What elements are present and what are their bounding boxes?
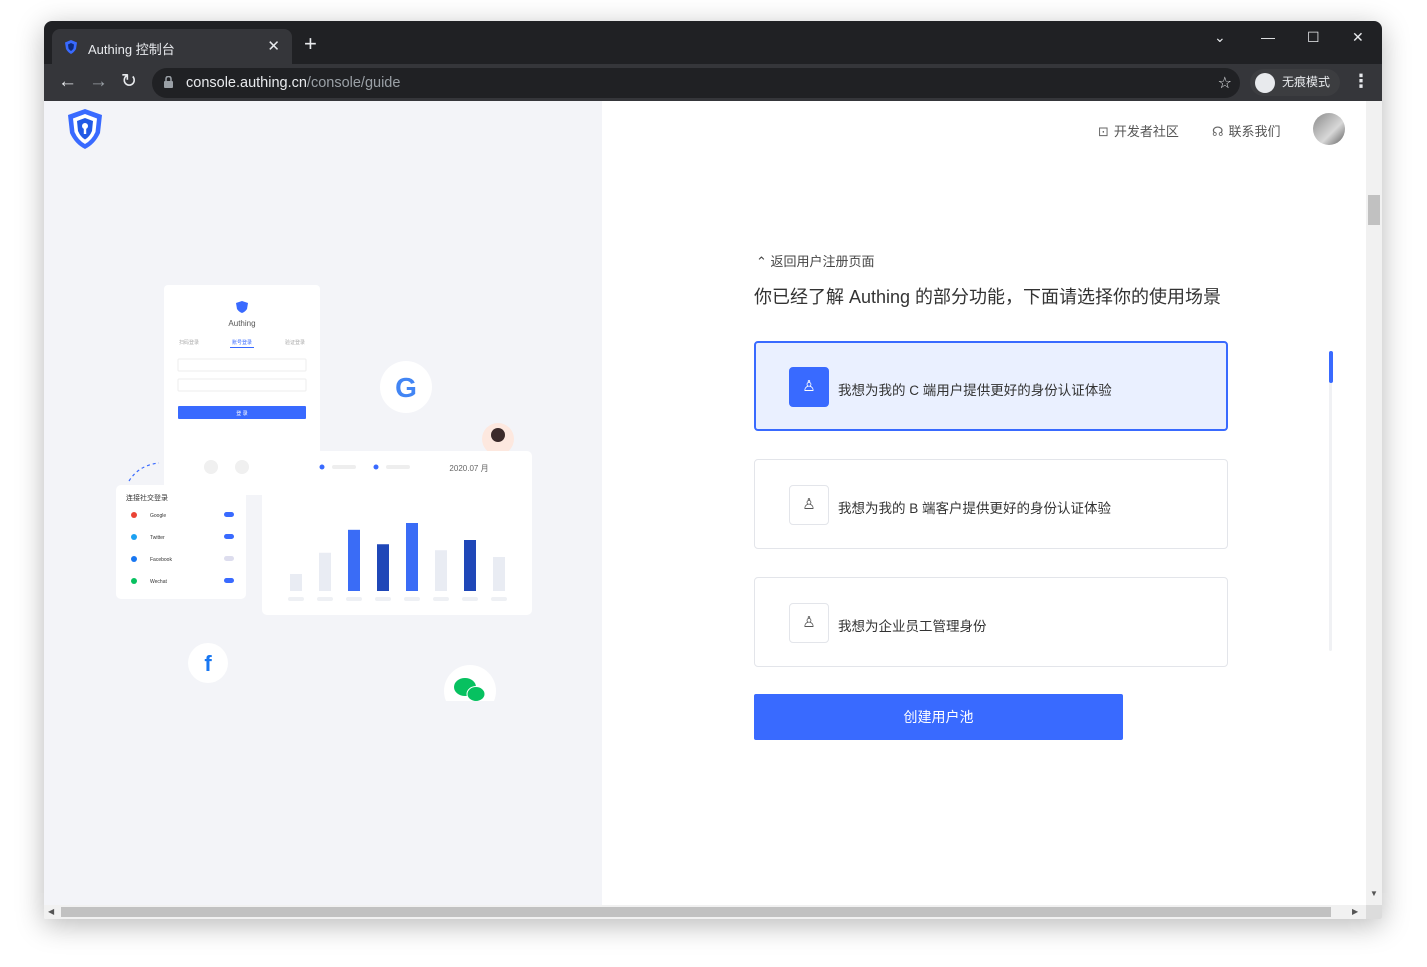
tab-title: Authing 控制台: [88, 42, 175, 57]
scroll-left-icon[interactable]: ◀: [48, 907, 54, 916]
vertical-scrollbar[interactable]: ▼: [1366, 101, 1382, 905]
browser-window: Authing 控制台 ✕ + ⌄ — ☐ ✕ ← → ↻ console.au…: [44, 21, 1382, 919]
option-label: 我想为企业员工管理身份: [838, 619, 987, 634]
illus-bar: [464, 540, 476, 591]
illus-social-icon: [131, 578, 137, 584]
illus-bar-label: [346, 597, 362, 601]
option-label: 我想为我的 B 端客户提供更好的身份认证体验: [838, 501, 1112, 516]
scroll-down-icon[interactable]: ▼: [1370, 889, 1378, 898]
lock-icon: [164, 76, 173, 88]
illus-social-toggle: [224, 534, 234, 539]
left-illustration-pane: Authing 扫码登录 账号登录 验证登录 登 录 G 2020.07 月 连…: [44, 101, 602, 905]
chevron-up-icon: ⌃: [756, 254, 767, 269]
back-link[interactable]: ⌃ 返回用户注册页面: [756, 251, 875, 270]
illus-bar-label: [375, 597, 391, 601]
illus-social-toggle: [224, 512, 234, 517]
scrollbar-corner: [1366, 905, 1382, 919]
illus-chart-date: 2020.07 月: [449, 464, 488, 473]
illus-bar-label: [317, 597, 333, 601]
option-c-users[interactable]: ♙ 我想为我的 C 端用户提供更好的身份认证体验: [754, 341, 1228, 431]
illus-social-toggle: [224, 578, 234, 583]
browser-tab[interactable]: Authing 控制台 ✕: [52, 29, 292, 64]
minimize-icon[interactable]: —: [1261, 29, 1275, 45]
headset-icon: ☊: [1212, 124, 1224, 139]
tab-search-icon[interactable]: ⌄: [1214, 29, 1226, 46]
illus-bar: [348, 529, 360, 591]
illus-bar-label: [288, 597, 304, 601]
address-bar[interactable]: console.authing.cn/console/guide ☆: [152, 68, 1240, 98]
illus-social-title: 连接社交登录: [126, 493, 168, 502]
star-icon[interactable]: ☆: [1218, 73, 1232, 93]
url-host: console.authing.cn: [186, 75, 307, 91]
back-icon[interactable]: ←: [58, 71, 77, 93]
employee-icon: ♙: [789, 603, 829, 643]
illus-social-label: Facebook: [150, 557, 172, 563]
illus-social-label: Google: [150, 513, 166, 519]
reload-icon[interactable]: ↻: [121, 71, 137, 93]
contact-us-label: 联系我们: [1228, 124, 1281, 139]
illus-login-button: 登 录: [236, 410, 247, 417]
illus-social-icon: [131, 512, 137, 518]
illus-social-icon: [131, 534, 137, 540]
incognito-icon: [1255, 73, 1275, 93]
contact-us-link[interactable]: ☊ 联系我们: [1212, 121, 1281, 140]
page-title: 你已经了解 Authing 的部分功能，下面请选择你的使用场景: [754, 287, 1222, 307]
browser-toolbar: ← → ↻ console.authing.cn/console/guide ☆…: [44, 64, 1382, 101]
user-c-icon: ♙: [789, 367, 829, 407]
vertical-scroll-thumb[interactable]: [1368, 195, 1380, 225]
authing-favicon-icon: [65, 40, 77, 54]
svg-text:G: G: [395, 372, 417, 403]
page-content: Authing 扫码登录 账号登录 验证登录 登 录 G 2020.07 月 连…: [44, 101, 1366, 905]
options-scroll-thumb[interactable]: [1329, 351, 1333, 383]
url-text: console.authing.cn/console/guide: [186, 75, 400, 91]
horizontal-scroll-thumb[interactable]: [61, 907, 1331, 917]
illus-bar: [290, 574, 302, 591]
illus-bar: [435, 550, 447, 591]
tab-close-icon[interactable]: ✕: [267, 37, 280, 55]
illus-bar-label: [462, 597, 478, 601]
authing-logo-icon[interactable]: [66, 108, 104, 150]
illus-social-label: Wechat: [150, 579, 167, 585]
option-label: 我想为我的 C 端用户提供更好的身份认证体验: [838, 383, 1112, 398]
developer-community-link[interactable]: ⊡ 开发者社区: [1098, 121, 1179, 140]
illus-login-tab-2: 账号登录: [232, 339, 252, 346]
kebab-menu-icon[interactable]: ⋮: [1352, 71, 1370, 92]
illus-bar: [406, 523, 418, 591]
close-icon[interactable]: ✕: [1352, 29, 1364, 46]
illus-bar-label: [404, 597, 420, 601]
developer-community-label: 开发者社区: [1113, 124, 1179, 139]
illus-social-label: Twitter: [150, 535, 165, 541]
avatar[interactable]: [1313, 113, 1345, 145]
option-employees[interactable]: ♙ 我想为企业员工管理身份: [754, 577, 1228, 667]
forward-icon[interactable]: →: [89, 71, 108, 93]
illus-bar: [493, 557, 505, 591]
illus-social-toggle: [224, 556, 234, 561]
incognito-label: 无痕模式: [1282, 75, 1331, 89]
option-b-customers[interactable]: ♙ 我想为我的 B 端客户提供更好的身份认证体验: [754, 459, 1228, 549]
illus-bar-label: [433, 597, 449, 601]
illus-bar-label: [491, 597, 507, 601]
maximize-icon[interactable]: ☐: [1307, 29, 1320, 46]
illus-login-tab-3: 验证登录: [285, 339, 305, 346]
illus-bar: [377, 544, 389, 591]
illus-bar: [319, 552, 331, 591]
new-tab-button[interactable]: +: [304, 33, 317, 55]
incognito-indicator[interactable]: 无痕模式: [1250, 69, 1341, 96]
illus-social-icon: [131, 556, 137, 562]
svg-text:f: f: [204, 651, 212, 676]
url-path: /console/guide: [306, 75, 401, 91]
horizontal-scrollbar[interactable]: ◀ ▶: [44, 905, 1366, 919]
options-scroll-track: [1329, 351, 1332, 651]
right-guide-pane: ⊡ 开发者社区 ☊ 联系我们 ⌃ 返回用户注册页面 你已经了解 Authing 的部…: [602, 101, 1366, 905]
hero-illustration: Authing 扫码登录 账号登录 验证登录 登 录 G 2020.07 月 连…: [116, 285, 532, 701]
user-b-icon: ♙: [789, 485, 829, 525]
back-link-label: 返回用户注册页面: [770, 254, 875, 269]
illus-login-title: Authing: [228, 319, 255, 328]
title-bar: Authing 控制台 ✕ + ⌄ — ☐ ✕: [44, 21, 1382, 64]
create-user-pool-button[interactable]: 创建用户池: [754, 694, 1123, 740]
community-icon: ⊡: [1098, 124, 1109, 139]
scroll-right-icon[interactable]: ▶: [1352, 907, 1358, 916]
illus-login-tab-1: 扫码登录: [179, 339, 199, 346]
